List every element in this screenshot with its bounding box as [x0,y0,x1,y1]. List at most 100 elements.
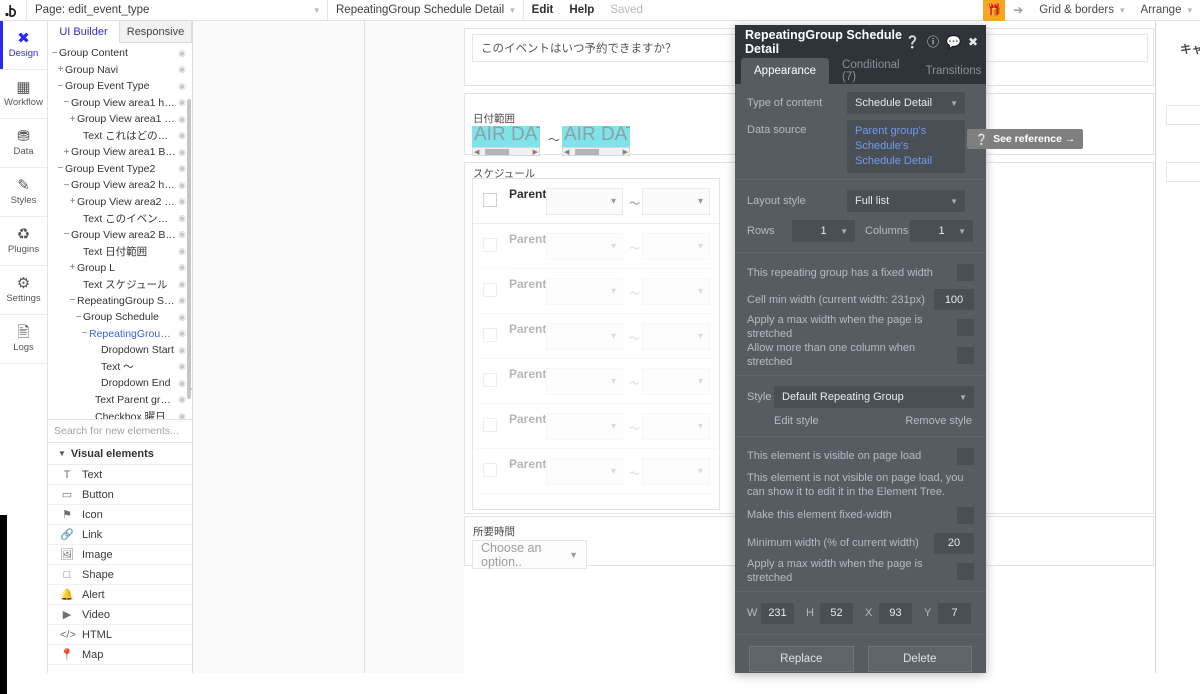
repeating-group-row[interactable]: Parent ▾ ～ ▾ [473,359,719,404]
collapse-icon[interactable]: − [62,97,71,108]
repeating-group-schedule[interactable]: Parent ▾ ～ ▾ Parent ▾ ～ ▾ Parent ▾ ～ ▾ Parent ▾ ～ ▾ Pare… [472,178,720,510]
row-checkbox[interactable] [483,418,497,432]
tree-node[interactable]: + Group L ◉ [48,260,192,277]
collapse-icon[interactable]: − [68,295,77,306]
air-date-end[interactable]: AIR DATE [562,126,630,149]
visual-element-item-link[interactable]: 🔗 Link [48,525,192,545]
cursor-pointer-icon[interactable]: ➔ [1005,3,1031,17]
tree-node[interactable]: − Group Schedule ◉ [48,309,192,326]
collapse-icon[interactable]: − [56,163,65,174]
width-input[interactable]: 231 [761,602,794,624]
tree-node[interactable]: Text Parent group'...◉ [48,392,192,409]
visible-on-load-checkbox[interactable] [957,447,974,465]
visual-element-item-button[interactable]: ▭ Button [48,485,192,505]
canvas-area[interactable]: このイベントはいつ予約できますか？ 日付範囲 AIR DATE ◀ ▶ ～ AI… [193,21,1200,673]
tree-node[interactable]: Text このイベントはい...◉ [48,210,192,227]
repeating-group-row[interactable]: Parent ▾ ～ ▾ [473,449,719,494]
dropdown-end[interactable]: ▾ [642,188,710,215]
eye-icon[interactable]: ◉ [176,64,188,75]
data-source-value-field[interactable]: Parent group's Schedule's Schedule Detai… [847,120,965,173]
y-input[interactable]: 7 [938,602,971,624]
dropdown-start[interactable]: ▾ [546,413,623,440]
dropdown-end[interactable]: ▾ [642,233,710,260]
dropdown-end[interactable]: ▾ [642,323,710,350]
info-circle-icon[interactable]: ⓘ [927,33,939,50]
repeating-group-row[interactable]: Parent ▾ ～ ▾ [473,269,719,314]
scroll-left-arrow-icon[interactable]: ◀ [474,148,479,156]
expand-icon[interactable]: + [68,262,77,273]
comment-icon[interactable]: 💬 [946,35,961,49]
tree-node[interactable]: + Group View area1 Body ◉ [48,144,192,161]
tree-node[interactable]: Text ～ ◉ [48,359,192,376]
cell-min-width-input[interactable]: 100 [934,289,974,310]
row-checkbox[interactable] [483,238,497,252]
bubble-logo-icon[interactable] [0,0,26,21]
tree-node[interactable]: −RepeatingGroup Sche...◉ [48,293,192,310]
tree-node[interactable]: Text スケジュール ◉ [48,276,192,293]
sidebar-item-data[interactable]: ⛃ Data [0,119,47,168]
scroll-thumb[interactable] [485,149,509,155]
max-width-stretched-checkbox[interactable] [957,318,974,336]
duration-dropdown[interactable]: Choose an option.. ▼ [472,540,587,569]
repeating-group-row[interactable]: Parent ▾ ～ ▾ [473,314,719,359]
tree-collapse-arrow-icon[interactable] [191,384,192,394]
tree-node[interactable]: + Group Navi ◉ [48,62,192,79]
repeating-group-row[interactable]: Parent ▾ ～ ▾ [473,404,719,449]
tree-node[interactable]: +Group View area2 but...◉ [48,194,192,211]
collapse-icon[interactable]: − [74,312,83,323]
tab-appearance[interactable]: Appearance [741,58,830,84]
dropdown-end[interactable]: ▾ [642,458,710,485]
expand-icon[interactable]: + [68,114,77,125]
page-selector[interactable]: Page: edit_event_type ▾ [27,0,327,21]
eye-icon[interactable]: ◉ [176,48,188,59]
air-date-start-scrollbar[interactable]: ◀ ▶ [472,147,540,156]
collapse-icon[interactable]: − [62,229,71,240]
scroll-right-arrow-icon[interactable]: ▶ [623,148,628,156]
side-input-2[interactable] [1166,162,1200,182]
fixed-width-element-checkbox[interactable] [957,506,974,524]
layout-style-dropdown[interactable]: Full list ▼ [847,190,965,212]
sidebar-item-logs[interactable]: 🖹 Logs [0,315,47,364]
sidebar-item-design[interactable]: ✖ Design [0,21,47,70]
row-checkbox[interactable] [483,283,497,297]
visual-element-item-shape[interactable]: □ Shape [48,565,192,585]
min-width-input[interactable]: 20 [934,532,974,554]
side-input-1[interactable] [1166,105,1200,125]
tab-responsive[interactable]: Responsive [120,21,192,42]
tab-ui-builder[interactable]: UI Builder [48,21,120,43]
visual-element-item-icon[interactable]: ⚑ Icon [48,505,192,525]
tree-node[interactable]: +Group View area1 but...◉ [48,111,192,128]
collapse-icon[interactable]: − [62,180,71,191]
tree-node[interactable]: Checkbox 曜日 ◉ [48,408,192,419]
eye-icon[interactable]: ◉ [176,81,188,92]
menu-edit[interactable]: Edit [524,0,562,21]
replace-button[interactable]: Replace [749,646,854,672]
tab-transitions[interactable]: Transitions [913,58,986,84]
edit-style-link[interactable]: Edit style [774,414,819,428]
close-icon[interactable]: ✖ [968,35,978,49]
tree-node[interactable]: Dropdown Start ◉ [48,342,192,359]
visual-element-item-map[interactable]: 📍 Map [48,645,192,665]
air-date-end-scrollbar[interactable]: ◀ ▶ [562,147,630,156]
style-dropdown[interactable]: Default Repeating Group ▼ [774,386,974,408]
scroll-left-arrow-icon[interactable]: ◀ [564,148,569,156]
sidebar-item-workflow[interactable]: ▦ Workflow [0,70,47,119]
sidebar-item-settings[interactable]: ⚙ Settings [0,266,47,315]
dropdown-start[interactable]: ▾ [546,323,623,350]
tree-scrollbar[interactable] [187,99,191,399]
scroll-thumb[interactable] [575,149,599,155]
rows-dropdown[interactable]: 1 ▼ [792,220,855,242]
sidebar-item-plugins[interactable]: ♻ Plugins [0,217,47,266]
see-reference-tooltip[interactable]: ❔ See reference → [967,129,1084,149]
visual-element-item-html[interactable]: </> HTML [48,625,192,645]
tree-node[interactable]: − Group Event Type ◉ [48,78,192,95]
repeating-group-row[interactable]: Parent ▾ ～ ▾ [473,224,719,269]
gift-icon[interactable]: 🎁 [983,0,1006,21]
arrange-menu[interactable]: Arrange ▾ [1133,0,1200,21]
eye-icon[interactable]: ◉ [176,411,188,419]
dropdown-start[interactable]: ▾ [546,368,623,395]
remove-style-link[interactable]: Remove style [905,414,972,428]
element-tree[interactable]: − Group Content ◉ + Group Navi ◉ − Group Event … [48,43,192,419]
dropdown-start[interactable]: ▾ [546,188,623,215]
tree-node[interactable]: − Group Content ◉ [48,45,192,62]
